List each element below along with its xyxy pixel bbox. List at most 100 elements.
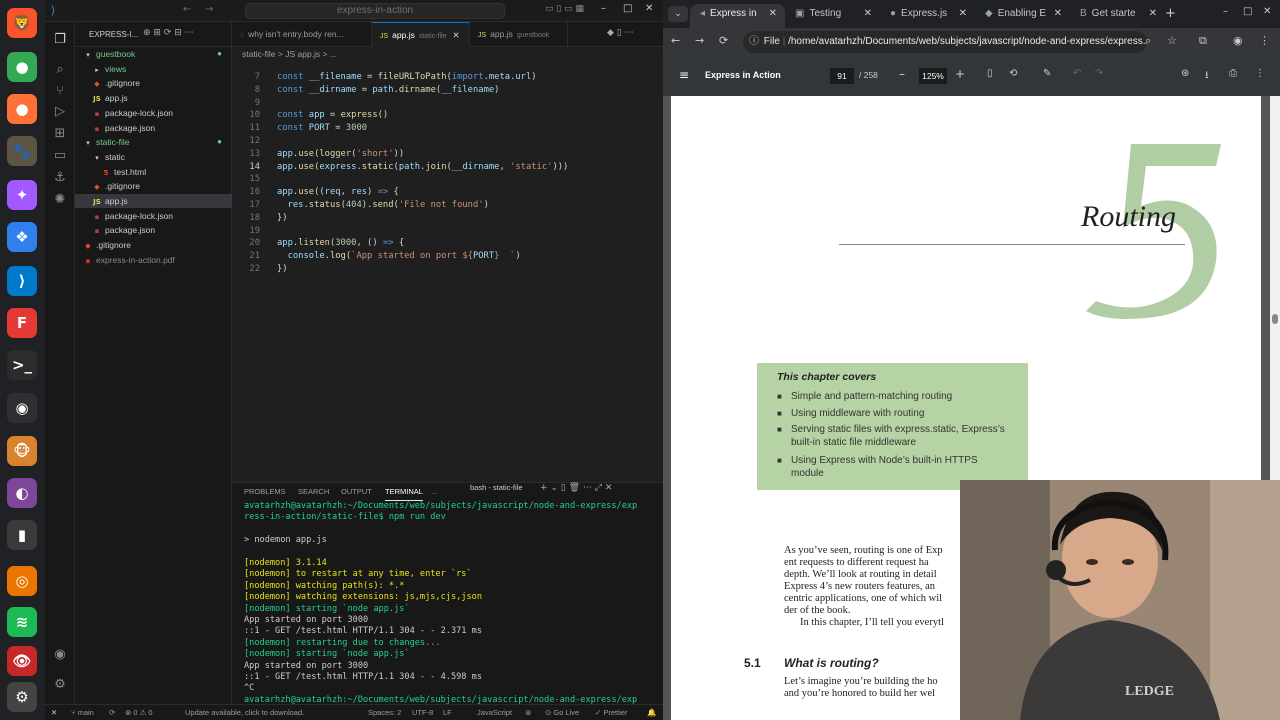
brave-icon[interactable]: 🦁: [7, 8, 37, 38]
undo-icon[interactable]: ↶: [1073, 68, 1081, 79]
copilot-icon[interactable]: ⊛: [525, 705, 531, 720]
sync-icon[interactable]: ⟳: [109, 705, 115, 720]
redo-icon[interactable]: ↷: [1095, 68, 1103, 79]
eol-status[interactable]: LF: [443, 705, 452, 720]
tree-item[interactable]: ▪ package.json: [75, 223, 232, 237]
maximize-icon[interactable]: □: [623, 3, 632, 14]
obs-icon[interactable]: ◉: [7, 393, 37, 423]
settings-icon[interactable]: ⚙: [7, 682, 37, 712]
panel-tab[interactable]: OUTPUT: [341, 483, 372, 501]
fit-page-icon[interactable]: ▯: [987, 68, 993, 79]
figma-icon[interactable]: ✦: [7, 180, 37, 210]
docker-icon[interactable]: ⚓: [52, 170, 68, 186]
nav-forward-icon[interactable]: →: [205, 4, 213, 15]
extensions-icon[interactable]: ⊞: [52, 126, 68, 142]
zoom-icon[interactable]: ⌕: [1145, 34, 1151, 48]
firefox-icon[interactable]: ●: [7, 94, 37, 124]
back-icon[interactable]: ←: [671, 34, 680, 47]
blender-icon[interactable]: ◎: [7, 566, 37, 596]
panel-tab[interactable]: TERMINAL: [385, 483, 423, 501]
encoding-status[interactable]: UTF-8: [412, 705, 433, 720]
tree-item[interactable]: ◆ .gitignore: [75, 179, 232, 193]
browser-tab[interactable]: ◆ Enabling E ✕: [975, 4, 1070, 28]
tab-search-icon[interactable]: ⌄: [668, 6, 688, 22]
tree-item[interactable]: ▾ static-file ●: [75, 135, 232, 149]
run-debug-icon[interactable]: ▷: [52, 104, 68, 120]
reload-icon[interactable]: ⟳: [719, 34, 728, 47]
problems-status[interactable]: ⊗ 0 ⚠ 0: [125, 705, 153, 720]
scroll-thumb[interactable]: [1272, 314, 1278, 324]
panel-tab[interactable]: PROBLEMS: [244, 483, 286, 501]
forward-icon[interactable]: →: [695, 34, 704, 47]
tab-close-icon[interactable]: ✕: [769, 4, 777, 24]
tree-item[interactable]: ▪ package-lock.json: [75, 106, 232, 120]
close-icon[interactable]: ✕: [1263, 6, 1271, 17]
annotate-icon[interactable]: ✎: [1043, 68, 1051, 79]
zoom-in-icon[interactable]: +: [955, 67, 965, 81]
account-icon[interactable]: ◉: [52, 647, 68, 663]
tree-item[interactable]: ▪ package-lock.json: [75, 209, 232, 223]
minimize-icon[interactable]: –: [1223, 6, 1228, 17]
language-status[interactable]: JavaScript: [477, 705, 512, 720]
close-icon[interactable]: ✕: [645, 3, 653, 14]
panel-tab[interactable]: SEARCH: [298, 483, 329, 501]
extensions-icon[interactable]: ⧉: [1199, 34, 1207, 48]
terminal-selector[interactable]: bash - static-file: [470, 483, 523, 501]
source-control-icon[interactable]: ⑂: [52, 84, 68, 100]
terminal-icon[interactable]: >_: [7, 350, 37, 380]
remote-status-icon[interactable]: ✕: [51, 705, 57, 720]
tree-item[interactable]: ▪ express-in-action.pdf: [75, 253, 232, 267]
tree-item[interactable]: JS app.js: [75, 91, 232, 105]
files-icon[interactable]: ▮: [7, 520, 37, 550]
explorer-icon[interactable]: ❐: [52, 32, 68, 48]
gimp-icon[interactable]: 🐾: [7, 136, 37, 166]
panel-tab[interactable]: ...: [431, 483, 437, 501]
download-icon[interactable]: ⭳: [1205, 68, 1209, 85]
tab-close-icon[interactable]: ✕: [1149, 4, 1157, 24]
eye-icon[interactable]: 👁: [7, 646, 37, 676]
chrome-icon[interactable]: ●: [7, 52, 37, 82]
editor-tab[interactable]: ◌ why isn't entry.body ren...: [232, 22, 372, 47]
address-bar[interactable]: ⓘ File | /home/avatarhzh/Documents/web/s…: [743, 31, 1147, 53]
maximize-icon[interactable]: □: [1243, 6, 1252, 17]
minimize-icon[interactable]: –: [601, 3, 606, 14]
zoom-input[interactable]: 125%: [919, 68, 947, 84]
profile-icon[interactable]: ◉: [1233, 34, 1243, 47]
command-center[interactable]: express-in-action: [245, 3, 505, 19]
spotify-icon[interactable]: ≋: [7, 607, 37, 637]
rotate-icon[interactable]: ⟲: [1009, 68, 1017, 79]
vscode-icon[interactable]: ⟩: [7, 266, 37, 296]
tab-close-icon[interactable]: ✕: [864, 4, 872, 24]
tree-item[interactable]: ◆ .gitignore: [75, 76, 232, 90]
freetube-icon[interactable]: F: [7, 308, 37, 338]
browser-tab[interactable]: ▣ Testing ✕: [785, 4, 880, 28]
branch-status[interactable]: ⑂ main: [71, 705, 94, 720]
browser-tab[interactable]: ◂ Express in ✕: [690, 4, 785, 28]
tree-item[interactable]: ▾ guestbook ●: [75, 47, 232, 61]
editor-actions-icon[interactable]: ◆ ▯ ⋯: [607, 28, 634, 38]
golive-status[interactable]: ⊙ Go Live: [545, 705, 579, 720]
page-number-input[interactable]: 91: [830, 68, 854, 84]
pdf-more-icon[interactable]: ⋮: [1255, 68, 1265, 79]
new-tab-icon[interactable]: +: [1165, 6, 1176, 21]
print-icon[interactable]: ⎙: [1229, 68, 1237, 79]
nav-back-icon[interactable]: ←: [183, 4, 191, 15]
tree-item[interactable]: ▪ package.json: [75, 121, 232, 135]
ai-icon[interactable]: ⊛: [1181, 68, 1189, 79]
pdf-menu-icon[interactable]: ≡: [679, 68, 689, 82]
update-notice[interactable]: Update available, click to download.: [185, 705, 304, 720]
tree-item[interactable]: JS app.js: [75, 194, 232, 208]
breadcrumb[interactable]: static-file > JS app.js > ...: [242, 49, 337, 59]
search-icon[interactable]: ⌕: [52, 62, 68, 78]
terminal-actions-icon[interactable]: + ⌄ ▯ 🗑 ⋯ ⤢ ✕: [540, 483, 612, 493]
remote-icon[interactable]: ▭: [52, 148, 68, 164]
editor-tab[interactable]: JS app.js guestbook: [470, 22, 568, 47]
layout-icon[interactable]: ▭ ▯ ▭ ▦: [545, 4, 584, 14]
gitkraken-icon[interactable]: 🐵: [7, 436, 37, 466]
tab-close-icon[interactable]: ✕: [1054, 4, 1062, 24]
tree-item[interactable]: ▸ views: [75, 62, 232, 76]
tor-icon[interactable]: ◐: [7, 478, 37, 508]
browser-tab[interactable]: ● Express.js ✕: [880, 4, 975, 28]
tree-item[interactable]: 5 test.html: [75, 165, 232, 179]
zoom-out-icon[interactable]: –: [899, 67, 905, 81]
